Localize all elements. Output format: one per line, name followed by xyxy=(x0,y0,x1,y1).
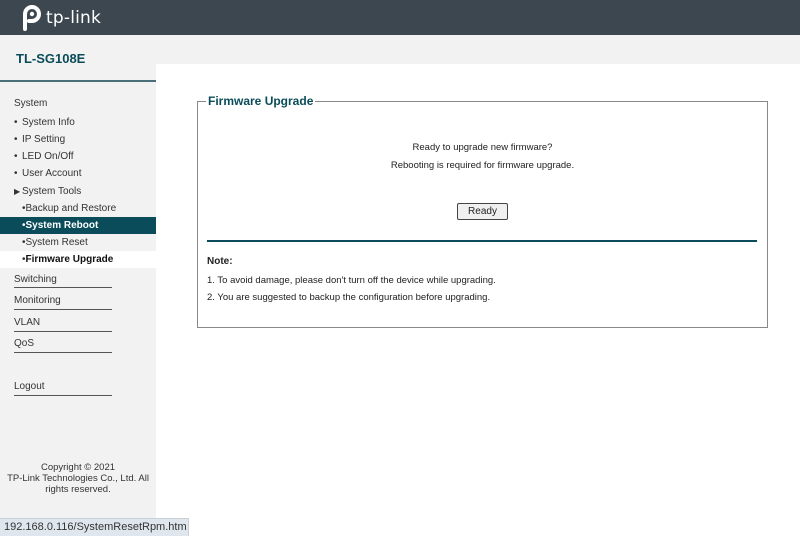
top-bar: tp-link xyxy=(0,0,800,35)
sidebar-divider xyxy=(0,80,156,82)
sidebar-item-monitoring[interactable]: Monitoring xyxy=(14,295,61,306)
sidebar-item-qos[interactable]: QoS xyxy=(14,338,34,349)
sidebar-item-system-tools[interactable]: ▶ System Tools xyxy=(14,186,81,197)
divider xyxy=(14,331,112,332)
tp-link-logo: tp-link xyxy=(18,5,101,31)
bullet-icon: • xyxy=(14,117,18,128)
note-item: 2. You are suggested to backup the confi… xyxy=(207,292,491,303)
divider xyxy=(14,309,112,310)
copyright: Copyright © 2021 TP-Link Technologies Co… xyxy=(7,462,149,495)
divider xyxy=(14,287,112,288)
sidebar-item-system-info[interactable]: • System Info xyxy=(14,117,75,128)
sidebar-item-system-reboot[interactable]: •System Reboot xyxy=(22,220,98,231)
model-band xyxy=(0,35,800,64)
bullet-icon: • xyxy=(14,168,18,179)
tp-link-logo-icon xyxy=(23,5,41,31)
divider xyxy=(14,352,112,353)
ready-button[interactable]: Ready xyxy=(457,203,508,220)
panel-separator xyxy=(207,240,757,242)
reboot-message: Rebooting is required for firmware upgra… xyxy=(390,160,575,171)
note-title: Note: xyxy=(207,256,233,267)
note-item: 1. To avoid damage, please don't turn of… xyxy=(207,275,496,286)
sidebar-item-system-reset[interactable]: •System Reset xyxy=(22,237,88,248)
caret-right-icon: ▶ xyxy=(14,187,21,196)
browser-status-url: 192.168.0.116/SystemResetRpm.htm xyxy=(0,518,189,536)
ready-message: Ready to upgrade new firmware? xyxy=(412,142,553,153)
sidebar-item-backup-restore[interactable]: •Backup and Restore xyxy=(22,203,116,214)
sidebar-item-vlan[interactable]: VLAN xyxy=(14,317,40,328)
sidebar-item-user-account[interactable]: • User Account xyxy=(14,168,81,179)
bullet-icon: • xyxy=(14,134,18,145)
sidebar-item-ip-setting[interactable]: • IP Setting xyxy=(14,134,65,145)
sidebar-item-led[interactable]: • LED On/Off xyxy=(14,151,74,162)
sidebar-item-firmware-upgrade[interactable]: •Firmware Upgrade xyxy=(22,254,113,265)
logo-text: tp-link xyxy=(46,8,102,28)
divider xyxy=(14,395,112,396)
panel-title: Firmware Upgrade xyxy=(206,94,316,108)
sidebar-item-switching[interactable]: Switching xyxy=(14,274,57,285)
bullet-icon: • xyxy=(14,151,18,162)
sidebar-item-system[interactable]: System xyxy=(14,98,47,109)
logout-link[interactable]: Logout xyxy=(14,381,45,392)
